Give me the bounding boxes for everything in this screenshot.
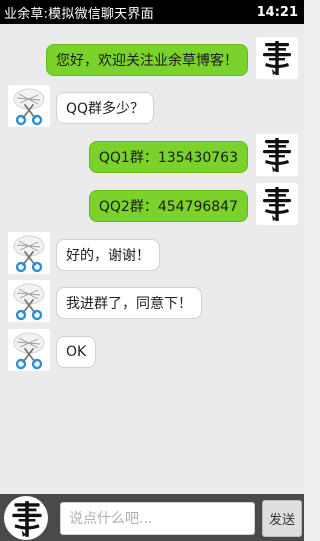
calligraphy-logo-icon[interactable] [256,37,298,79]
scissors-icon[interactable] [8,85,50,127]
message-input[interactable] [60,502,255,535]
chat-message-sent: QQ2群：454796847 [0,183,304,229]
chat-message-received: 好的，谢谢！ [0,232,304,278]
message-bubble[interactable]: QQ群多少？ [56,92,155,124]
chat-message-sent: QQ1群：135430763 [0,134,304,180]
scissors-icon[interactable] [8,329,50,371]
send-button[interactable]: 发送 [262,500,302,537]
message-bubble[interactable]: 您好，欢迎关注业余草博客！ [46,44,248,76]
status-bar: 业余草:模拟微信聊天界面 14:21 [0,0,304,24]
status-time: 14:21 [256,4,298,20]
app-title: 业余草:模拟微信聊天界面 [4,6,154,22]
scissors-icon[interactable] [8,232,50,274]
scissors-icon[interactable] [8,280,50,322]
message-bubble[interactable]: QQ2群：454796847 [88,190,248,222]
message-bubble[interactable]: QQ1群：135430763 [88,141,248,173]
message-bubble[interactable]: OK [56,336,97,368]
calligraphy-logo-icon[interactable] [256,134,298,176]
calligraphy-logo-icon[interactable] [256,183,298,225]
message-input-bar: 发送 [0,494,304,541]
chat-message-received: 我进群了，同意下！ [0,280,304,326]
chat-message-list[interactable]: 您好，欢迎关注业余草博客！ QQ群多少？ QQ1群：135430763 QQ2群… [0,24,304,494]
calligraphy-logo-icon[interactable] [4,496,48,540]
chat-message-received: QQ群多少？ [0,85,304,131]
chat-message-received: OK [0,329,304,375]
message-bubble[interactable]: 我进群了，同意下！ [56,287,202,319]
chat-message-sent: 您好，欢迎关注业余草博客！ [0,37,304,83]
message-bubble[interactable]: 好的，谢谢！ [56,239,160,271]
